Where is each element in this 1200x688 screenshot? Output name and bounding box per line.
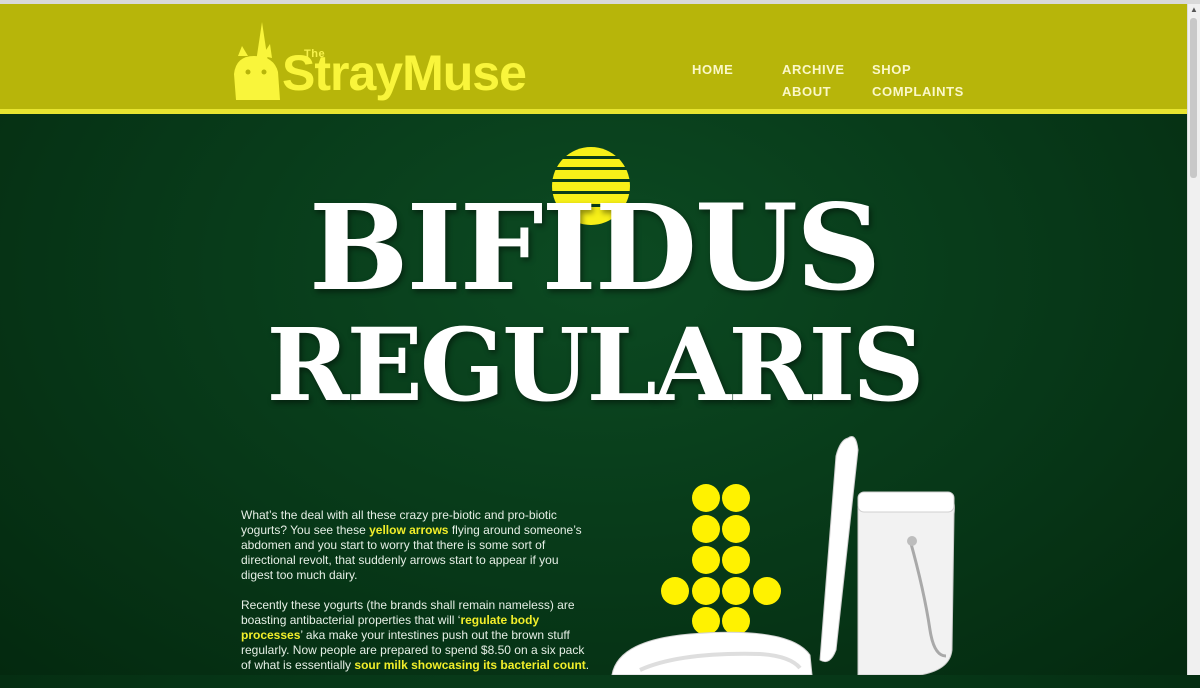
- unicorn-cat-icon: [234, 22, 280, 100]
- logo-wordmark: StrayMuse: [282, 45, 527, 101]
- nav-complaints[interactable]: COMPLAINTS: [872, 84, 964, 99]
- nav-archive[interactable]: ARCHIVE: [782, 62, 845, 77]
- toilet-illustration: [611, 436, 955, 675]
- site-header: The StrayMuse HOME ARCHIVE SHOP ABOUT CO…: [0, 4, 1188, 114]
- toilet-icon: [611, 436, 955, 675]
- p2-text-3: .: [585, 658, 590, 672]
- p2-highlight-sour-milk: sour milk showcasing its bacterial count: [354, 658, 586, 672]
- nav-shop[interactable]: SHOP: [872, 62, 911, 77]
- p1-highlight-yellow-arrows: yellow arrows: [369, 523, 449, 537]
- page-scrollbar[interactable]: ▲: [1187, 4, 1200, 675]
- hero-title-line-1: Bifidus: [308, 178, 881, 317]
- article-paragraph-2: Recently these yogurts (the brands shall…: [241, 598, 591, 673]
- site-logo[interactable]: The StrayMuse: [232, 22, 562, 110]
- article-paragraph-1: What’s the deal with all these crazy pre…: [241, 508, 591, 583]
- hero-title-line-2: Regularis: [266, 306, 925, 424]
- scroll-up-arrow-icon[interactable]: ▲: [1188, 4, 1200, 16]
- article-body: What’s the deal with all these crazy pre…: [241, 508, 591, 688]
- nav-home[interactable]: HOME: [692, 62, 733, 77]
- nav-about[interactable]: ABOUT: [782, 84, 831, 99]
- scroll-thumb[interactable]: [1190, 18, 1197, 178]
